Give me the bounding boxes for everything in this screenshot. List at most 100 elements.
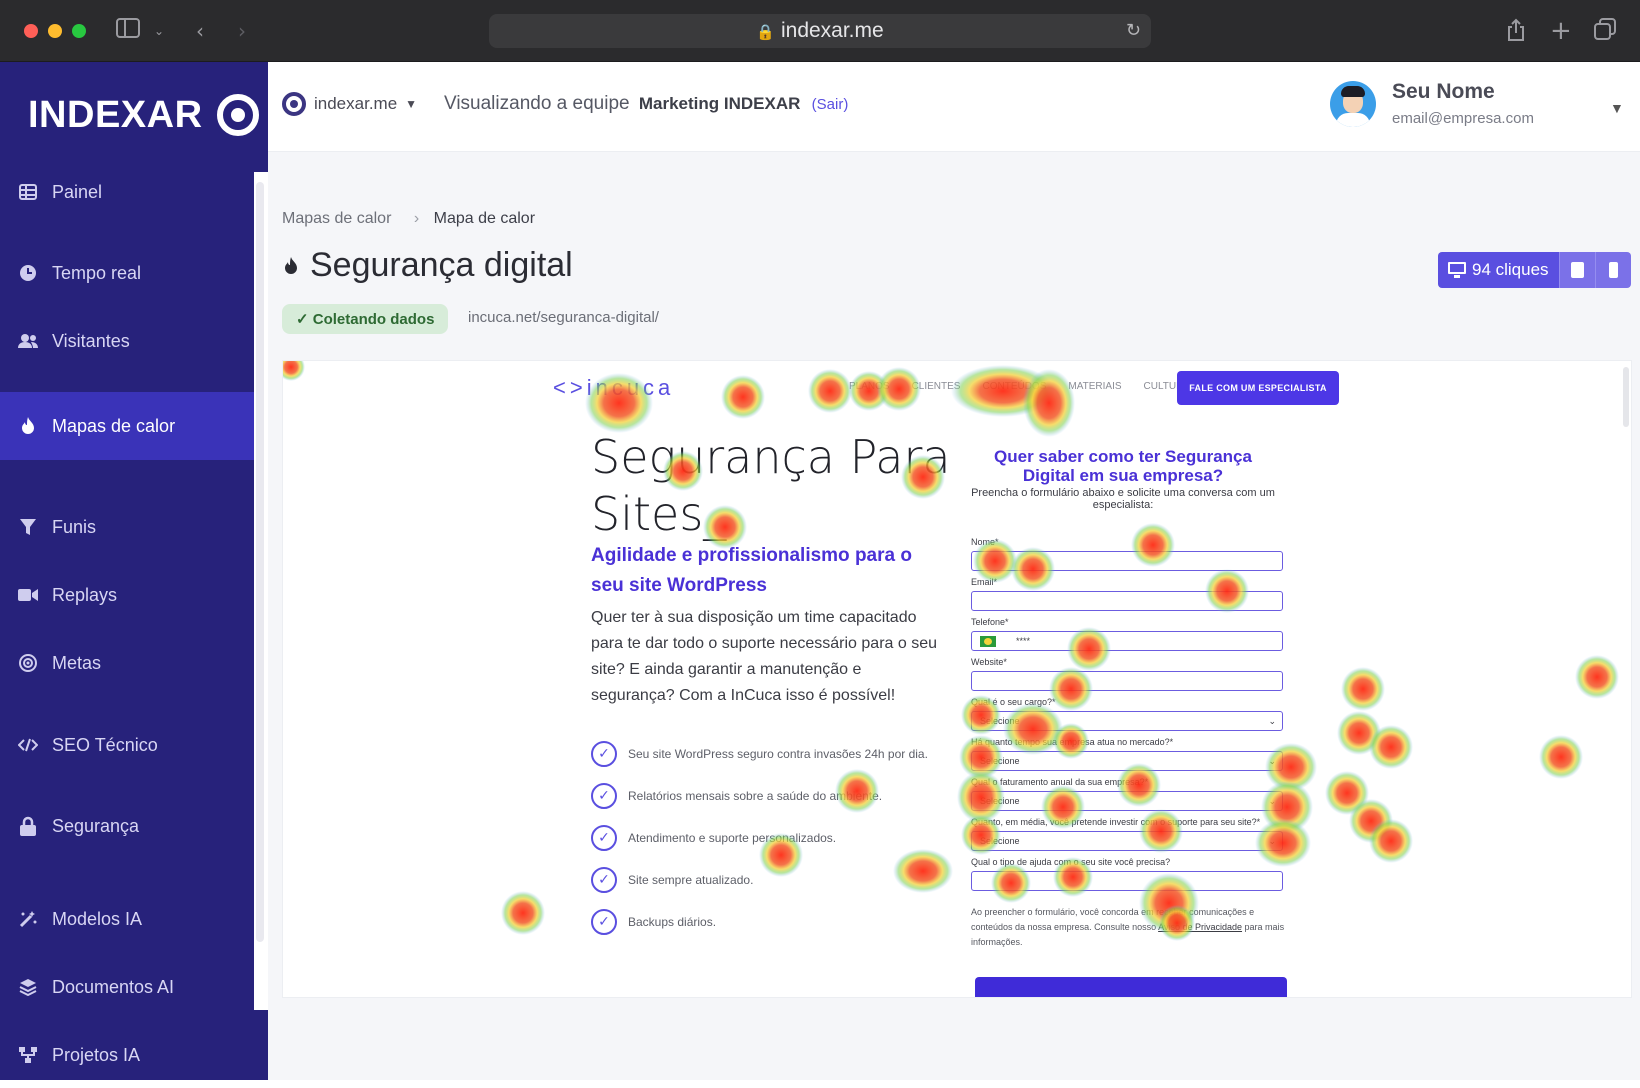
close-window-button[interactable] <box>24 24 38 38</box>
sidebar-item-label: Documentos AI <box>52 976 175 997</box>
tablet-view-button[interactable] <box>1558 252 1595 288</box>
sidebar-item-modelos-ia[interactable]: Modelos IA <box>0 886 254 952</box>
user-menu-caret-icon[interactable]: ▼ <box>1610 100 1624 116</box>
site-wheel-icon <box>282 92 306 116</box>
page-title-text: Segurança digital <box>310 246 573 284</box>
layers-icon <box>18 977 38 997</box>
form-label-telefone: Telefone* <box>971 617 1009 627</box>
breadcrumb-current: Mapa de calor <box>433 210 536 227</box>
incuca-form-submit <box>975 977 1287 997</box>
form-label-cargo: Qual é o seu cargo?* <box>971 697 1056 707</box>
incuca-form-legal: Ao preencher o formulário, você concorda… <box>971 907 1285 947</box>
sidebar-item-tempo-real[interactable]: Tempo real <box>0 240 254 306</box>
brazil-flag-icon <box>980 636 996 647</box>
status-text: Coletando dados <box>312 311 435 328</box>
incuca-nav: PLANOS CLIENTES CONTEÚDOS MATERIAIS CULT… <box>849 381 1190 392</box>
clicks-count: 94 cliques <box>1472 260 1549 279</box>
list-item: ✓ Atendimento e suporte personalizados. <box>591 817 928 859</box>
check-circle-icon: ✓ <box>591 825 617 851</box>
mobile-icon <box>1608 262 1618 278</box>
logout-team-link[interactable]: (Sair) <box>812 96 849 113</box>
incuca-nav-item: MATERIAIS <box>1068 381 1122 392</box>
incuca-form-intro: Preencha o formulário abaixo e solicite … <box>971 487 1275 511</box>
lock-icon <box>18 816 38 836</box>
sidebar-item-seo-tecnico[interactable]: SEO Técnico <box>0 712 254 778</box>
incuca-cta-button: FALE COM UM ESPECIALISTA <box>1177 371 1339 405</box>
fire-icon <box>285 256 297 274</box>
breadcrumb: Mapas de calor › Mapa de calor <box>282 210 535 228</box>
form-select-investimento: Selecione ⌄ <box>971 831 1283 851</box>
main-content: Mapas de calor › Mapa de calor Segurança… <box>268 152 1640 1080</box>
sidebar-item-label: Visitantes <box>52 330 130 351</box>
team-info: Visualizando a equipe Marketing INDEXAR … <box>444 93 848 115</box>
tabs-overview-icon[interactable] <box>1594 18 1616 46</box>
sidebar-item-documentos-ai[interactable]: Documentos AI <box>0 954 254 1020</box>
incuca-nav-item: PLANOS <box>849 381 890 392</box>
sidebar-item-label: Mapas de calor <box>52 415 176 436</box>
new-tab-icon[interactable]: + <box>1550 18 1572 44</box>
share-icon[interactable] <box>1506 18 1526 48</box>
sidebar-scrollbar-thumb[interactable] <box>256 182 264 942</box>
lock-icon: 🔒 <box>756 24 775 41</box>
sidebar-item-replays[interactable]: Replays <box>0 562 254 628</box>
preview-scrollbar[interactable] <box>1623 367 1629 427</box>
tablet-icon <box>1570 262 1584 278</box>
user-email: email@empresa.com <box>1392 110 1534 127</box>
incuca-hero-body: Quer ter à sua disposição um time capaci… <box>591 609 937 704</box>
privacy-notice-link: Aviso de Privacidade <box>1158 922 1243 932</box>
form-label-faturamento: Qual o faturamento anual da sua empresa?… <box>971 777 1149 787</box>
magic-wand-icon <box>18 909 38 929</box>
form-label-ajuda: Qual o tipo de ajuda com o seu site você… <box>971 857 1171 867</box>
sidebar-toggle-icon[interactable] <box>116 18 140 44</box>
brand-name: INDEXAR <box>28 93 203 136</box>
device-switcher: 94 cliques <box>1438 252 1631 288</box>
user-menu[interactable]: Seu Nome email@empresa.com <box>1330 80 1534 127</box>
form-field-website <box>971 671 1283 691</box>
list-item: ✓ Relatórios mensais sobre a saúde do amb… <box>591 775 928 817</box>
forward-icon[interactable]: › <box>238 18 246 44</box>
heat-spots <box>283 361 1619 941</box>
browser-toolbar: ⌄ ‹ › 🔒 indexar.me ↻ + <box>0 0 1640 62</box>
form-label-investimento: Quanto, em média, você pretende investir… <box>971 817 1261 827</box>
back-icon[interactable]: ‹ <box>196 18 204 44</box>
address-bar[interactable]: 🔒 indexar.me ↻ <box>489 14 1151 48</box>
avatar <box>1330 80 1376 127</box>
top-bar: indexar.me ▼ Visualizando a equipe Marke… <box>268 62 1640 152</box>
sidebar-item-label: Segurança <box>52 815 140 836</box>
list-item: ✓ Backups diários. <box>591 901 928 943</box>
sidebar-item-funis[interactable]: Funis <box>0 494 254 560</box>
sidebar-item-label: Funis <box>52 516 97 537</box>
site-selector[interactable]: indexar.me ▼ <box>282 92 417 116</box>
reload-icon[interactable]: ↻ <box>1126 14 1141 48</box>
sitemap-icon <box>18 1045 38 1065</box>
chevron-down-icon[interactable]: ⌄ <box>154 18 164 44</box>
form-label-nome: Nome* <box>971 537 999 547</box>
sidebar-item-visitantes[interactable]: Visitantes <box>0 308 254 374</box>
maximize-window-button[interactable] <box>72 24 86 38</box>
page-title: Segurança digital <box>282 246 573 285</box>
window-controls <box>24 24 86 38</box>
sidebar-item-metas[interactable]: Metas <box>0 630 254 696</box>
sidebar-item-seguranca[interactable]: Segurança <box>0 793 254 859</box>
user-name: Seu Nome <box>1392 80 1495 103</box>
check-circle-icon: ✓ <box>591 741 617 767</box>
form-label-email: Email* <box>971 577 998 587</box>
incuca-hero-subtitle: Agilidade e profissionalismo para o seu … <box>591 545 912 596</box>
incuca-nav-item: CLIENTES <box>911 381 961 392</box>
grid-icon <box>18 182 38 202</box>
heatmap-preview[interactable]: <>incuca PLANOS CLIENTES CONTEÚDOS MATER… <box>282 360 1632 998</box>
form-select-tempo: Selecione ⌄ <box>971 751 1283 771</box>
sidebar-item-painel[interactable]: Painel <box>0 159 254 225</box>
incuca-checklist: ✓ Seu site WordPress seguro contra invasõ… <box>591 733 928 943</box>
team-prefix: Visualizando a equipe <box>444 93 630 114</box>
status-badge: ✓ Coletando dados <box>282 304 449 334</box>
brand-logo[interactable]: INDEXAR <box>28 90 259 140</box>
mobile-view-button[interactable] <box>1594 252 1631 288</box>
sidebar-item-projetos-ia[interactable]: Projetos IA <box>0 1022 254 1088</box>
desktop-clicks-button[interactable]: 94 cliques <box>1438 252 1559 288</box>
breadcrumb-parent[interactable]: Mapas de calor <box>282 210 391 227</box>
sidebar-item-mapas-de-calor[interactable]: Mapas de calor <box>0 392 254 460</box>
form-field-email <box>971 591 1283 611</box>
heatmap-overlay <box>283 361 1619 941</box>
minimize-window-button[interactable] <box>48 24 62 38</box>
